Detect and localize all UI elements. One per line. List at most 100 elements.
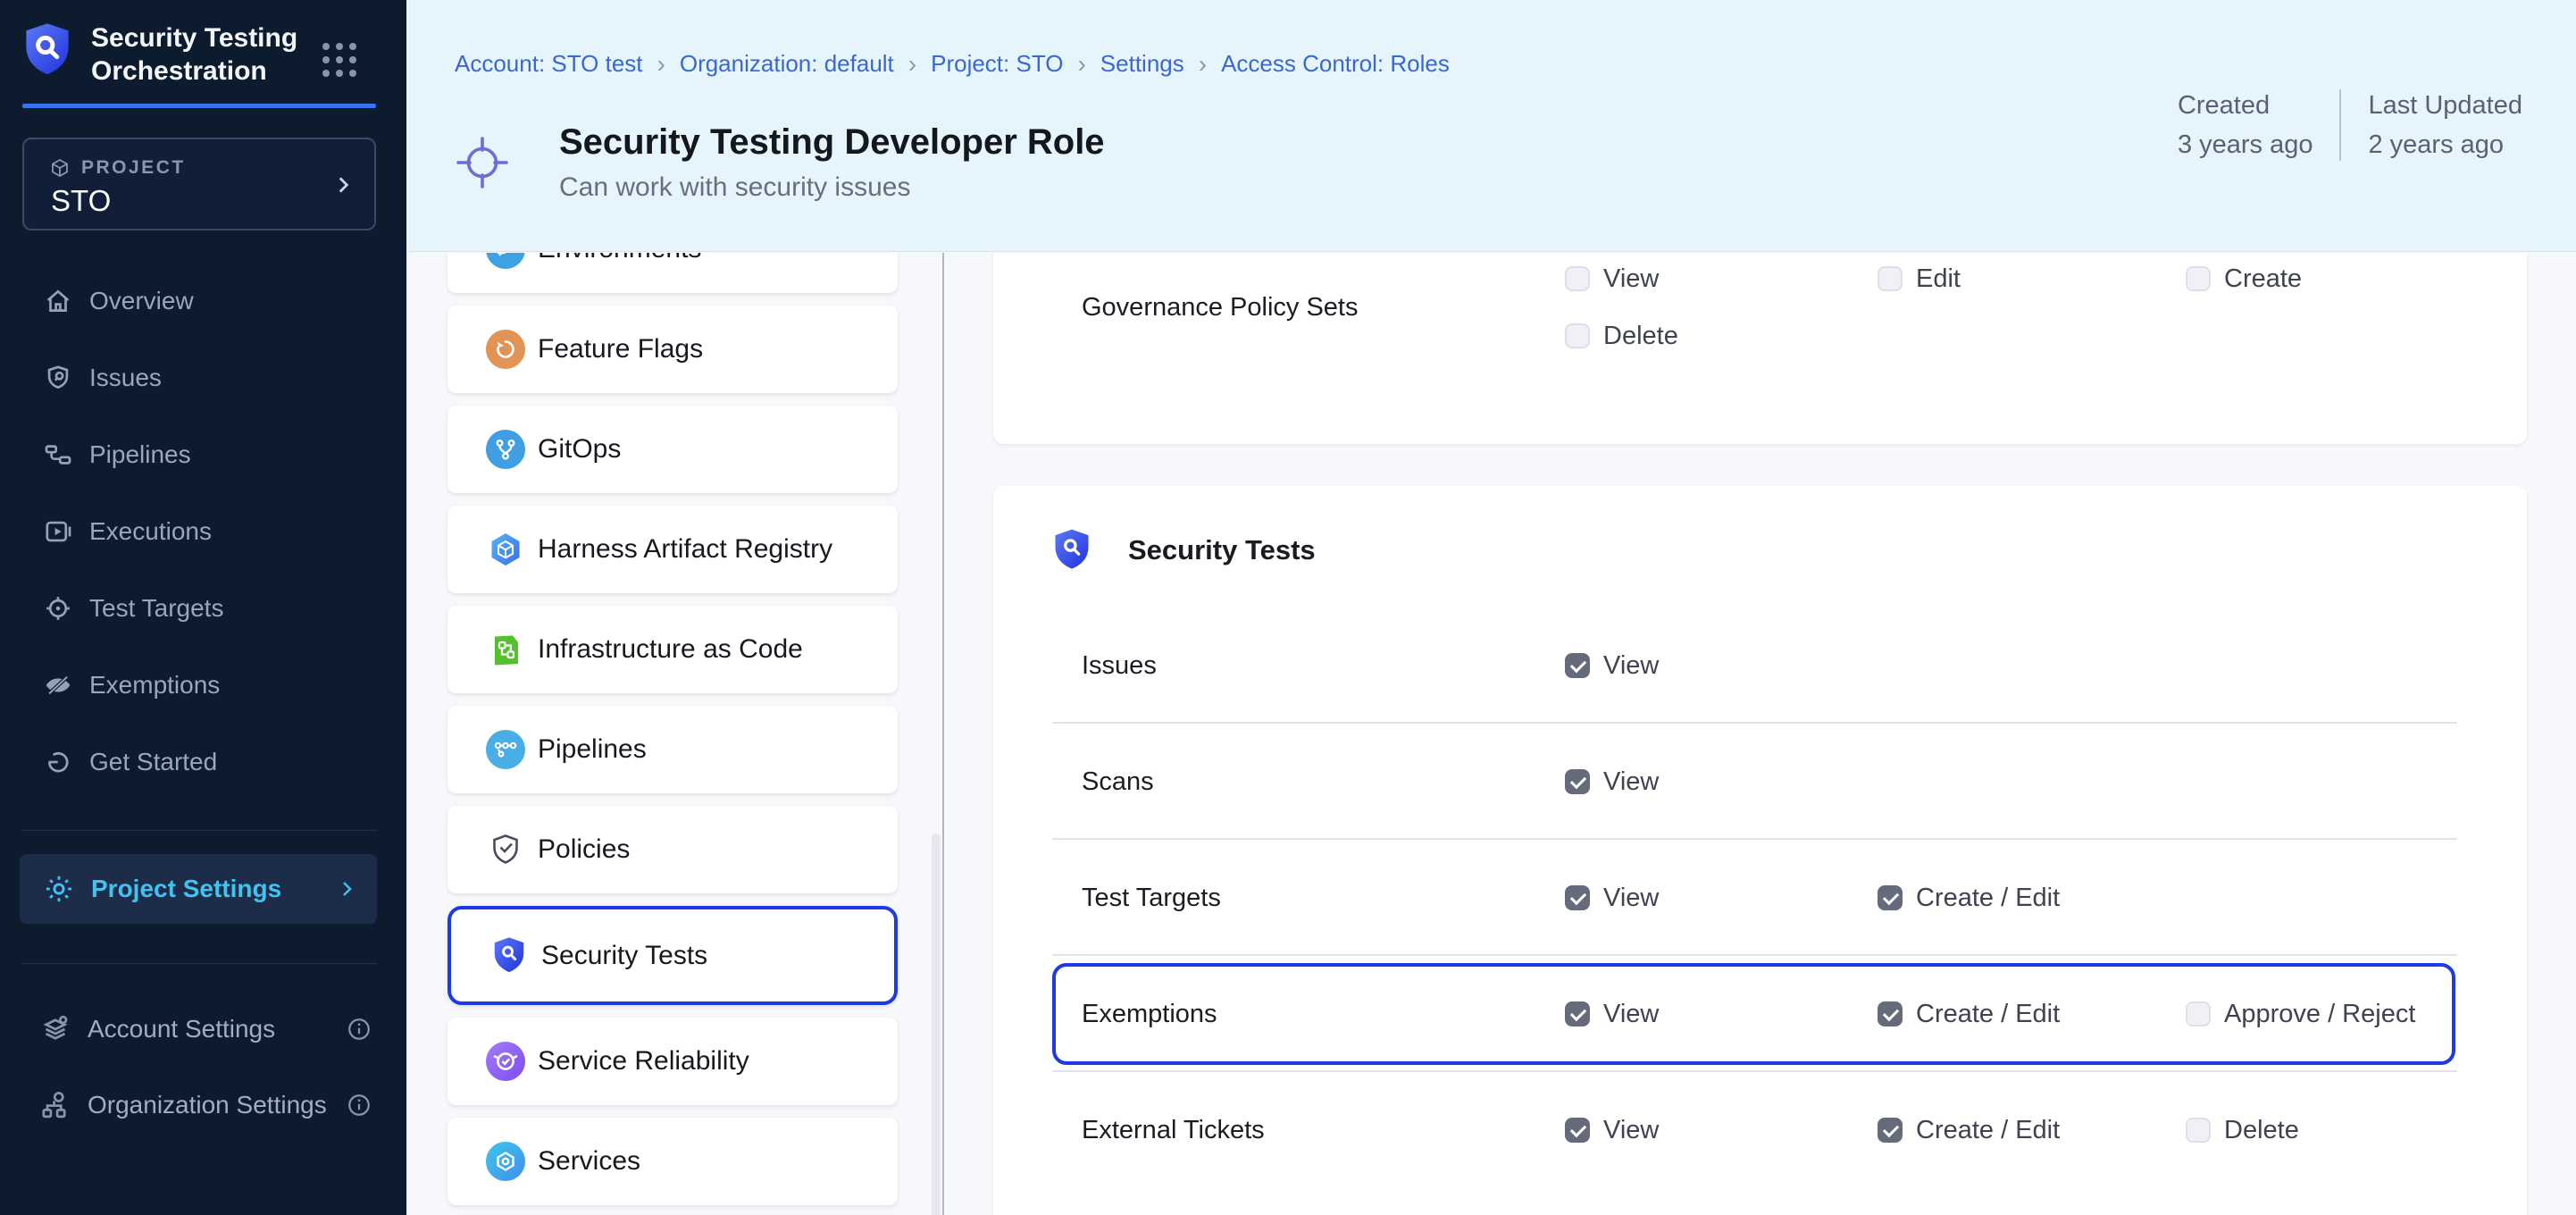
module-card-harness-artifact-registry[interactable]: Harness Artifact Registry [447,506,898,593]
module-label: Service Reliability [538,1046,749,1077]
breadcrumb-link-access-control-roles[interactable]: Access Control: Roles [1221,50,1450,78]
permission-row-test-targets: Test Targets View Create / Edit [993,840,2527,956]
module-card-gitops[interactable]: GitOps [447,406,898,493]
chevron-separator-icon: › [657,53,665,76]
permission-option-edit[interactable]: Edit [1878,264,2186,294]
permission-row-issues: Issues View [993,608,2527,724]
checkbox[interactable] [1878,1001,1903,1026]
security-tests-shield-icon [1052,528,1091,573]
project-selector[interactable]: PROJECT STO [22,138,376,230]
breadcrumb-link-project[interactable]: Project: STO [931,50,1063,78]
last-updated-value: 2 years ago [2368,125,2522,164]
checkbox[interactable] [1878,266,1903,291]
permission-option-approve-reject[interactable]: Approve / Reject [2186,1000,2527,1029]
sidebar-item-get-started[interactable]: Get Started [0,724,406,800]
module-card-service-reliability[interactable]: Service Reliability [447,1018,898,1105]
permission-option-view[interactable]: View [1565,1000,1878,1029]
permission-option-delete[interactable]: Delete [2186,1116,2527,1145]
environments-icon [486,253,525,269]
permission-option-create-edit[interactable]: Create / Edit [1878,1116,2186,1145]
permission-option-create[interactable]: Create [2186,264,2527,294]
permissions-panel: Governance Policy Sets View Edit Create [993,253,2527,1215]
permission-option-view[interactable]: View [1565,884,1878,913]
service-reliability-icon [486,1042,525,1081]
breadcrumb-link-settings[interactable]: Settings [1100,50,1184,78]
breadcrumb-link-organization[interactable]: Organization: default [680,50,894,78]
checkbox[interactable] [1878,1118,1903,1143]
module-label: Feature Flags [538,334,703,364]
checkbox-label: Delete [2224,1116,2299,1145]
security-tests-shield-icon [489,936,529,976]
chevron-separator-icon: › [908,53,916,76]
permission-option-view[interactable]: View [1565,264,1878,294]
info-icon[interactable] [346,1092,372,1119]
module-label: Services [538,1146,640,1177]
sidebar-item-issues[interactable]: Issues [0,339,406,416]
play-box-icon [43,516,73,547]
sidebar-item-organization-settings[interactable]: Organization Settings [0,1077,406,1133]
security-tests-section-header: Security Tests [993,486,2527,575]
sidebar-item-pipelines[interactable]: Pipelines [0,416,406,493]
app-logo[interactable]: Security Testing Orchestration [23,21,319,88]
checkbox[interactable] [2186,1118,2211,1143]
checkbox[interactable] [1565,1001,1590,1026]
checkbox-label: View [1603,1116,1659,1145]
permission-option-view[interactable]: View [1565,767,1878,797]
created-label: Created [2178,86,2313,125]
sidebar-item-executions[interactable]: Executions [0,493,406,570]
module-label: Environments [538,253,701,264]
app: { "sidebar": { "app_title": "Security Te… [0,0,2576,1215]
checkbox-label: Delete [1603,322,1678,351]
resource-label: Governance Policy Sets [1082,293,1565,323]
module-card-security-tests[interactable]: Security Tests [447,906,898,1005]
permission-option-delete[interactable]: Delete [1565,322,1878,351]
checkbox[interactable] [1565,1118,1590,1143]
permission-option-create-edit[interactable]: Create / Edit [1878,884,2186,913]
module-card-policies[interactable]: Policies [447,806,898,893]
module-card-services[interactable]: Services [447,1118,898,1205]
module-list-scrollbar-thumb[interactable] [932,834,941,1215]
sidebar-item-project-settings[interactable]: Project Settings [20,854,377,924]
module-card-environments[interactable]: Environments [447,253,898,293]
permission-option-view[interactable]: View [1565,1116,1878,1145]
sidebar-item-account-settings[interactable]: Account Settings [0,1001,406,1057]
checkbox[interactable] [1565,653,1590,678]
checkbox[interactable] [2186,266,2211,291]
pipelines-module-icon [486,730,525,769]
services-icon [486,1142,525,1181]
sidebar-item-overview[interactable]: Overview [0,263,406,339]
checkbox[interactable] [1565,769,1590,794]
permission-option-create-edit[interactable]: Create / Edit [1878,1000,2186,1029]
checkbox-label: Edit [1916,264,1961,294]
info-icon[interactable] [346,1016,372,1043]
checkbox-label: Create / Edit [1916,884,2060,913]
chevron-separator-icon: › [1199,53,1207,76]
module-card-infrastructure-as-code[interactable]: Infrastructure as Code [447,606,898,693]
checkbox-label: Approve / Reject [2224,1000,2415,1029]
checkbox[interactable] [1565,266,1590,291]
checkbox[interactable] [1565,323,1590,348]
last-updated-block: Last Updated 2 years ago [2368,86,2522,164]
role-meta: Created 3 years ago Last Updated 2 years… [2178,86,2522,164]
checkbox[interactable] [2186,1001,2211,1026]
eye-off-icon [43,670,73,700]
role-crosshair-icon [456,136,509,189]
checkbox[interactable] [1878,885,1903,910]
gitops-icon [486,430,525,469]
sidebar-item-label: Account Settings [88,1015,330,1043]
chevron-right-icon [331,172,355,198]
resource-label: Exemptions [1082,1000,1565,1029]
module-grid-icon[interactable] [322,43,356,77]
module-card-feature-flags[interactable]: Feature Flags [447,306,898,393]
checkbox[interactable] [1565,885,1590,910]
permission-row-external-tickets: External Tickets View Create / Edit Dele… [993,1072,2527,1188]
sidebar-item-test-targets[interactable]: Test Targets [0,570,406,647]
breadcrumb-link-account[interactable]: Account: STO test [455,50,643,78]
section-title: Security Tests [1128,534,1316,566]
module-card-pipelines[interactable]: Pipelines [447,706,898,793]
sidebar-item-exemptions[interactable]: Exemptions [0,647,406,724]
sidebar-item-label: Exemptions [89,671,220,700]
checkbox-label: View [1603,1000,1659,1029]
sidebar-nav: Overview Issues Pipelines [0,263,406,800]
permission-option-view[interactable]: View [1565,651,1878,681]
